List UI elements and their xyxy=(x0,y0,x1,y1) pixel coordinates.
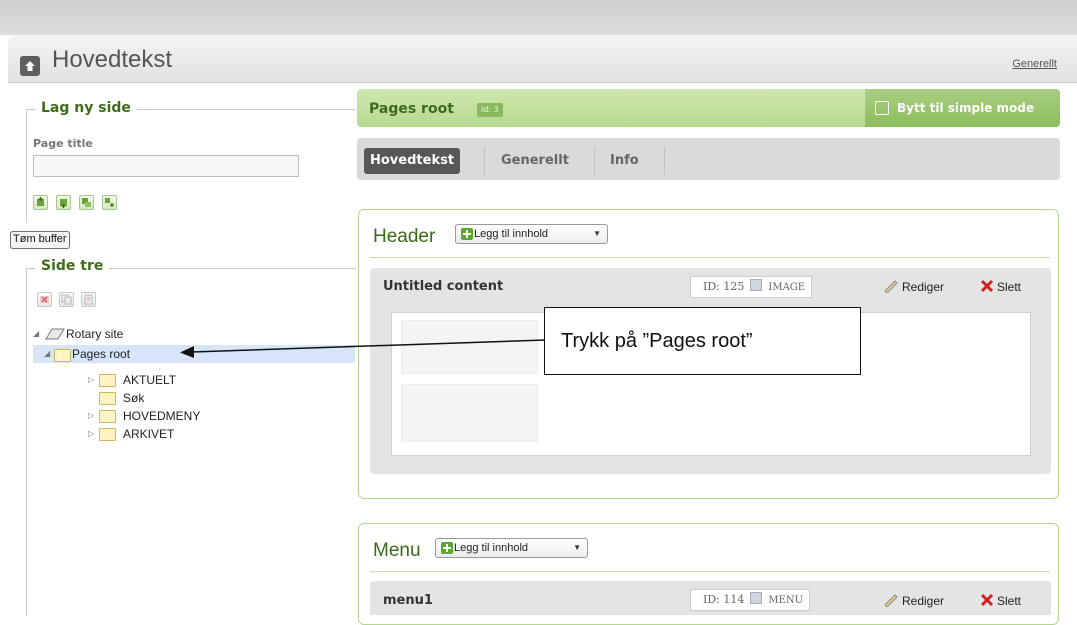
new-page-legend: Lag ny side xyxy=(35,100,137,116)
paste-page-icon[interactable] xyxy=(81,292,96,307)
add-page-above-icon[interactable] xyxy=(33,195,48,210)
edit-label: Rediger xyxy=(902,594,945,608)
open-folder-icon xyxy=(54,349,71,362)
content-type: MENU xyxy=(768,595,804,606)
delete-x-icon xyxy=(980,593,994,607)
delete-button[interactable]: Slett xyxy=(980,593,1021,608)
content-id-tag: ID: 125 IMAGE xyxy=(690,276,813,298)
simple-mode-icon xyxy=(875,101,889,115)
page-icon xyxy=(99,410,116,423)
annotation-arrow xyxy=(180,339,546,358)
image-placeholder xyxy=(401,384,538,442)
page-title-label: Page title xyxy=(33,137,93,150)
collapse-triangle-icon[interactable]: ◢ xyxy=(33,325,39,343)
image-type-icon xyxy=(750,279,763,291)
delete-button[interactable]: Slett xyxy=(980,279,1021,294)
content-id: ID: 125 xyxy=(703,280,745,293)
pencil-icon xyxy=(884,594,898,607)
delete-label: Slett xyxy=(997,594,1022,608)
section-divider xyxy=(370,571,1050,572)
edit-button[interactable]: Rediger xyxy=(883,593,944,608)
pencil-icon xyxy=(884,280,898,293)
site-root-icon xyxy=(45,328,65,340)
edit-label: Rediger xyxy=(902,280,945,294)
tree-item-arkivet[interactable]: ARKIVET xyxy=(123,425,174,443)
tab-hovedtekst[interactable]: Hovedtekst xyxy=(364,148,461,174)
tree-item-rotary-site[interactable]: Rotary site xyxy=(66,325,123,343)
delete-label: Slett xyxy=(997,280,1022,294)
delete-page-icon[interactable] xyxy=(37,292,52,307)
tab-divider xyxy=(484,147,485,175)
add-icon xyxy=(461,228,473,240)
copy-page-icon[interactable] xyxy=(59,292,74,307)
window-top-strip xyxy=(0,0,1077,35)
breadcrumb-pages-root[interactable]: Pages root xyxy=(369,101,454,117)
add-content-label: Legg til innhold xyxy=(474,228,549,240)
tab-divider xyxy=(664,147,665,175)
tree-item-sok[interactable]: Søk xyxy=(123,389,144,407)
tree-item-aktuelt[interactable]: AKTUELT xyxy=(123,371,176,389)
content-id-tag: ID: 114 MENU xyxy=(690,589,811,611)
tree-item-pages-root[interactable]: Pages root xyxy=(72,345,130,363)
page-icon xyxy=(99,428,116,441)
content-id: ID: 114 xyxy=(703,593,745,606)
tab-generellt[interactable]: Generellt xyxy=(495,148,575,174)
page-title: Hovedtekst xyxy=(52,46,173,73)
simple-mode-button[interactable]: Bytt til simple mode xyxy=(865,89,1060,127)
content-name: Untitled content xyxy=(383,279,504,294)
tabs-bar xyxy=(357,138,1060,180)
expand-triangle-icon[interactable]: ▷ xyxy=(88,407,94,425)
add-subpage-icon[interactable] xyxy=(79,195,94,210)
add-content-button[interactable]: Legg til innhold ▼ xyxy=(455,224,608,244)
delete-x-icon xyxy=(980,279,994,293)
tab-divider xyxy=(594,147,595,175)
add-page-end-icon[interactable] xyxy=(102,195,117,210)
generellt-link[interactable]: Generellt xyxy=(1012,58,1057,70)
page-id-badge: id: 3 xyxy=(477,103,503,117)
add-icon xyxy=(441,542,453,554)
add-page-below-icon[interactable] xyxy=(56,195,71,210)
content-type: IMAGE xyxy=(768,282,806,293)
edit-button[interactable]: Rediger xyxy=(883,279,944,294)
tab-info[interactable]: Info xyxy=(604,148,645,174)
chevron-down-icon: ▼ xyxy=(593,229,601,238)
expand-triangle-icon[interactable]: ▷ xyxy=(88,371,94,389)
site-tree-fieldset xyxy=(26,268,356,616)
section-divider xyxy=(370,257,1050,258)
simple-mode-label: Bytt til simple mode xyxy=(897,101,1035,115)
header-section-title: Header xyxy=(373,226,436,247)
add-content-button[interactable]: Legg til innhold ▼ xyxy=(435,538,588,558)
page-icon xyxy=(99,392,116,405)
content-name: menu1 xyxy=(383,593,433,608)
page-title-input[interactable] xyxy=(33,155,299,177)
home-icon[interactable] xyxy=(20,56,40,76)
menu-section-title: Menu xyxy=(373,540,421,561)
chevron-down-icon: ▼ xyxy=(573,543,581,552)
menu-type-icon xyxy=(750,592,763,604)
annotation-callout: Trykk på ”Pages root” xyxy=(544,307,861,375)
site-tree-legend: Side tre xyxy=(35,258,110,274)
expand-triangle-icon[interactable]: ▷ xyxy=(88,425,94,443)
add-content-label: Legg til innhold xyxy=(454,542,529,554)
page-icon xyxy=(99,374,116,387)
tree-item-hovedmeny[interactable]: HOVEDMENY xyxy=(123,407,200,425)
collapse-triangle-icon[interactable]: ◢ xyxy=(44,345,50,363)
clear-buffer-button[interactable]: Tøm buffer xyxy=(10,231,70,249)
